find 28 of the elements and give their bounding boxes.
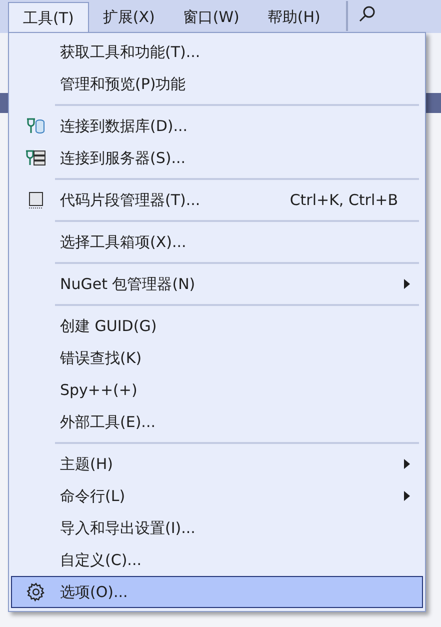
menu-bar-item[interactable]: 帮助(H) bbox=[253, 2, 334, 33]
submenu-arrow-icon bbox=[404, 459, 410, 469]
menu-item[interactable]: 错误查找(K) bbox=[11, 342, 423, 374]
plug-server-icon bbox=[25, 149, 47, 167]
menu-bar-item[interactable]: 扩展(X) bbox=[88, 2, 169, 33]
menu-item[interactable]: 外部工具(E)... bbox=[11, 406, 423, 438]
submenu-arrow-icon bbox=[404, 279, 410, 289]
snippet-icon bbox=[28, 191, 44, 209]
menu-bar-item[interactable]: 窗口(W) bbox=[168, 2, 254, 33]
menu-item[interactable]: 管理和预览(P)功能 bbox=[11, 68, 423, 100]
menu-item[interactable]: 创建 GUID(G) bbox=[11, 310, 423, 342]
menu-item[interactable]: 导入和导出设置(I)... bbox=[11, 512, 423, 544]
menu-item[interactable]: 连接到服务器(S)... bbox=[11, 142, 423, 174]
menu-item[interactable]: Spy++(+) bbox=[11, 374, 423, 406]
menu-item[interactable]: 代码片段管理器(T)... Ctrl+K, Ctrl+B bbox=[11, 184, 423, 216]
menu-item[interactable]: 选项(O)... bbox=[11, 576, 423, 608]
menu-item[interactable]: 连接到数据库(D)... bbox=[11, 110, 423, 142]
menu-item[interactable]: 自定义(C)... bbox=[11, 544, 423, 576]
menu-item[interactable]: 主题(H) bbox=[11, 448, 423, 480]
menu-item[interactable]: 获取工具和功能(T)... bbox=[11, 36, 423, 68]
plug-database-icon bbox=[26, 117, 46, 135]
settings-icon bbox=[26, 582, 46, 602]
menu-item[interactable]: NuGet 包管理器(N) bbox=[11, 268, 423, 300]
menu-item[interactable]: 选择工具箱项(X)... bbox=[11, 226, 423, 258]
search-icon[interactable] bbox=[358, 5, 376, 23]
submenu-arrow-icon bbox=[404, 491, 410, 501]
menu-item[interactable]: 命令行(L) bbox=[11, 480, 423, 512]
menu-bar-item[interactable]: 工具(T) bbox=[8, 2, 89, 33]
